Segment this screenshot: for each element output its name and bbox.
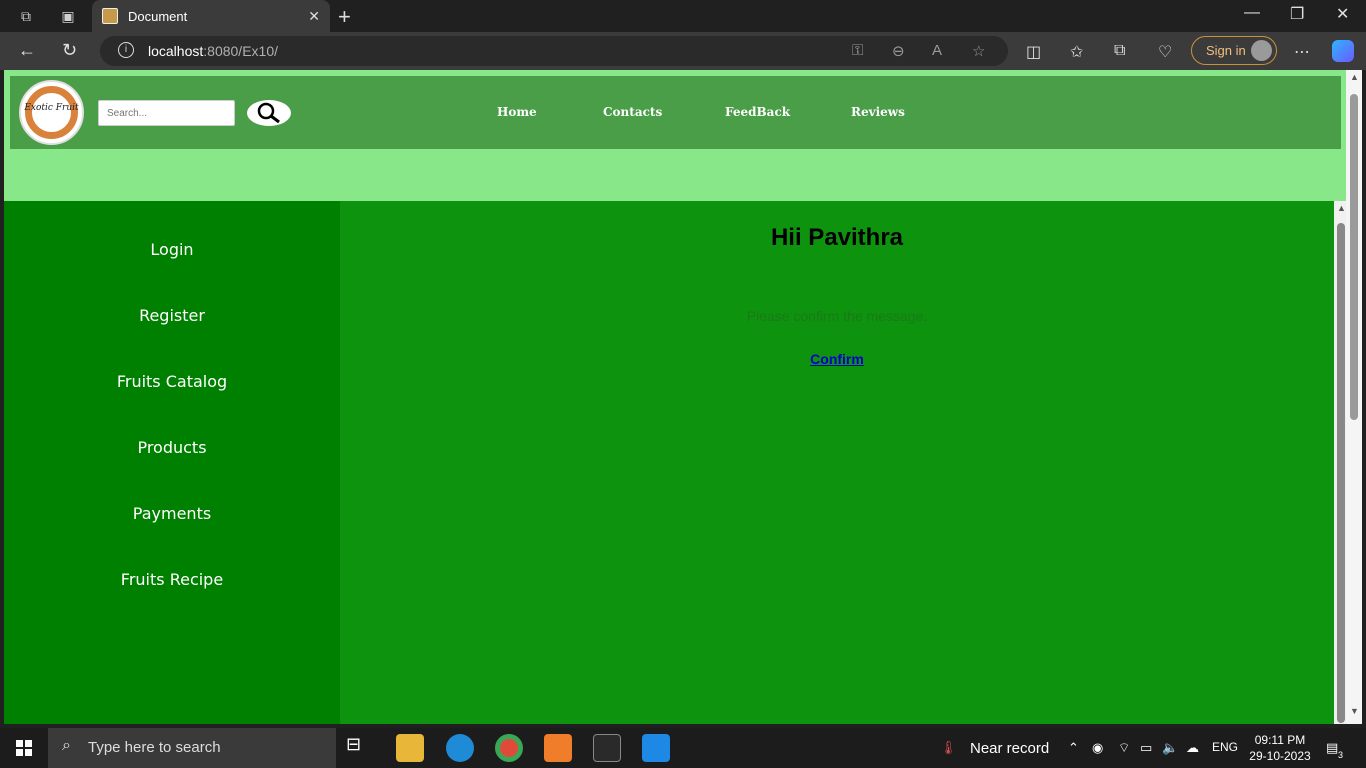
url-host: localhost [148,43,204,59]
tab-title: Document [128,8,188,24]
chrome-icon[interactable] [495,734,523,762]
browser-titlebar: ⧉ ▣ Document ✕ + — ❐ ✕ [0,0,1366,32]
clock[interactable]: 09:11 PM 29-10-2023 [1240,732,1320,764]
favorite-star-icon[interactable]: ☆ [972,42,985,60]
sidebar-item-login[interactable]: Login [4,240,340,259]
sidebar-item-payments[interactable]: Payments [4,504,340,523]
tab-actions-icon[interactable]: ▣ [58,6,78,26]
main-content: Hii Pavithra Please confirm the message.… [340,201,1334,724]
page-scroll-up-icon[interactable]: ▲ [1350,72,1359,82]
copilot-icon[interactable] [1332,40,1354,62]
close-window-icon[interactable]: ✕ [1336,4,1349,24]
greeting-heading: Hii Pavithra [770,224,904,251]
page-scroll-down-icon[interactable]: ▼ [1350,706,1359,716]
site-info-icon[interactable]: i [118,42,134,58]
key-icon[interactable]: ⚿ [852,42,863,59]
split-screen-icon[interactable]: ◫ [1026,42,1041,62]
address-bar[interactable]: i localhost:8080/Ex10/ ⚿ ⊖ A ☆ [100,36,1008,66]
site-header: Exotic Fruit Home Contacts FeedBack Revi… [10,76,1341,149]
notification-count: 3 [1338,750,1344,760]
confirm-link[interactable]: Confirm [340,351,1334,367]
zoom-out-icon[interactable]: ⊖ [892,42,905,60]
favicon-icon [102,8,118,24]
confirm-message: Please confirm the message. [746,308,928,324]
collections-icon[interactable]: ⧉ [1114,42,1125,60]
windows-start-icon[interactable] [16,740,32,756]
notification-icon[interactable]: ▤ [1326,740,1338,756]
taskbar-search-placeholder: Type here to search [88,739,221,756]
sidebar-item-fruits-catalog[interactable]: Fruits Catalog [4,372,340,391]
camera-icon[interactable]: ◉ [1092,740,1103,756]
nav-reviews[interactable]: Reviews [851,105,905,119]
vscode-icon[interactable] [642,734,670,762]
onedrive-icon[interactable]: ☁ [1186,740,1199,756]
close-tab-icon[interactable]: ✕ [308,8,320,25]
url-text[interactable]: localhost:8080/Ex10/ [148,43,278,59]
browser-tab[interactable]: Document ✕ [92,0,330,32]
read-aloud-icon[interactable]: A [932,42,942,59]
minimize-icon[interactable]: — [1244,4,1260,22]
sidebar-item-products[interactable]: Products [4,438,340,457]
address-toolbar: ← ↻ i localhost:8080/Ex10/ ⚿ ⊖ A ☆ ◫ ✩ ⧉… [0,32,1366,70]
wifi-icon[interactable]: ⌔ [1118,740,1130,756]
performance-icon[interactable]: ♡ [1158,42,1172,62]
url-path: :8080/Ex10/ [203,43,278,59]
favorites-icon[interactable]: ✩ [1070,42,1083,62]
volume-icon[interactable]: 🔈 [1162,740,1178,756]
file-explorer-icon[interactable] [396,734,424,762]
weather-text[interactable]: Near record [970,740,1049,757]
task-view-icon[interactable]: ⊟ [346,734,374,762]
nav-home[interactable]: Home [497,105,537,119]
terminal-icon[interactable] [593,734,621,762]
taskbar: ⌕ Type here to search ⊟ 🌡 Near record ⌃ … [0,728,1366,768]
search-button[interactable] [247,100,291,126]
inner-scroll-thumb[interactable] [1337,223,1345,723]
language-indicator[interactable]: ENG [1212,740,1238,754]
refresh-icon[interactable]: ↻ [62,40,77,61]
sign-in-button[interactable]: Sign in [1191,36,1277,65]
magnifier-icon [257,102,280,124]
search-icon: ⌕ [62,737,71,754]
clock-time: 09:11 PM [1254,733,1306,747]
battery-icon[interactable]: ▭ [1140,740,1152,756]
page-viewport: Exotic Fruit Home Contacts FeedBack Revi… [4,70,1362,724]
site-logo[interactable]: Exotic Fruit [19,80,84,145]
page-scroll-thumb[interactable] [1350,94,1358,420]
more-menu-icon[interactable]: ⋯ [1294,42,1310,62]
workspaces-icon[interactable]: ⧉ [16,6,36,26]
tray-chevron-icon[interactable]: ⌃ [1068,740,1079,756]
sign-in-label: Sign in [1206,43,1246,58]
thermometer-icon[interactable]: 🌡 [940,740,957,756]
new-tab-icon[interactable]: + [338,4,351,30]
logo-text: Exotic Fruit [24,103,79,113]
avatar-icon [1251,40,1272,61]
restore-icon[interactable]: ❐ [1290,4,1304,24]
xampp-icon[interactable] [544,734,572,762]
sidebar-item-fruits-recipe[interactable]: Fruits Recipe [4,570,340,589]
back-icon[interactable]: ← [18,40,36,61]
taskbar-search[interactable]: ⌕ Type here to search [48,728,336,768]
edge-icon[interactable] [446,734,474,762]
search-input[interactable] [98,100,235,126]
nav-feedback[interactable]: FeedBack [725,105,790,119]
nav-contacts[interactable]: Contacts [603,105,662,119]
clock-date: 29-10-2023 [1249,749,1311,763]
sidebar-item-register[interactable]: Register [4,306,340,325]
scroll-up-icon[interactable]: ▲ [1337,203,1346,213]
page-scrollbar[interactable]: ▲ ▼ [1346,70,1362,724]
sidebar: Login Register Fruits Catalog Products P… [4,201,340,724]
